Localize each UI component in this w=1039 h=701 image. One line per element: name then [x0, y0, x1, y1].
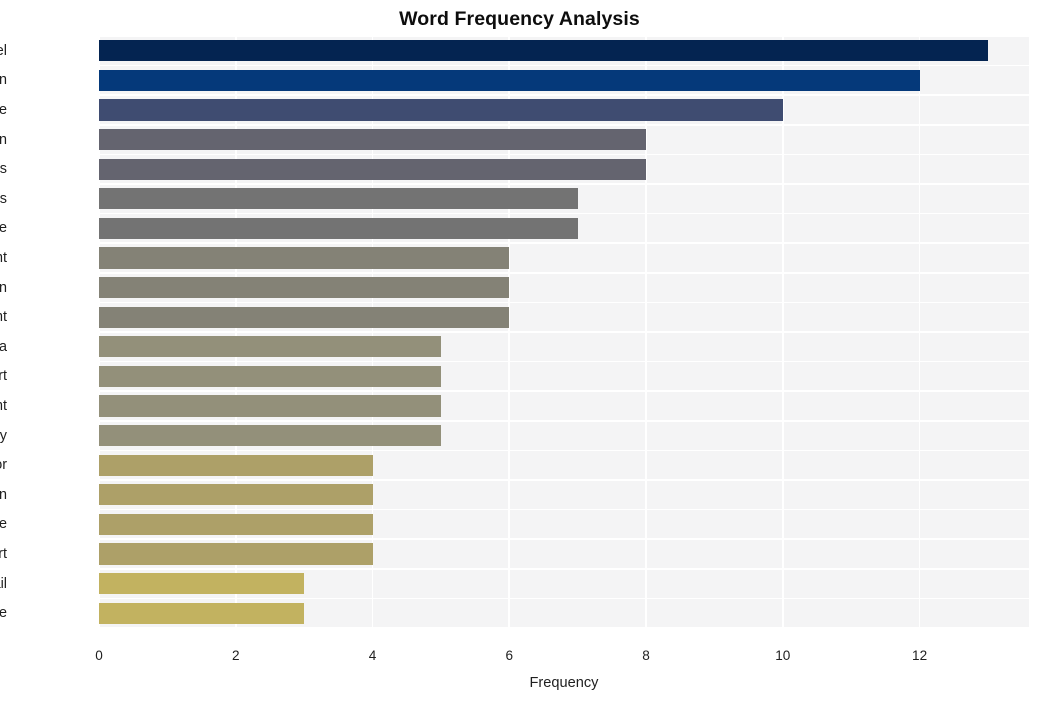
- bar[interactable]: [99, 217, 578, 240]
- bar[interactable]: [99, 365, 441, 388]
- bar-row: [99, 362, 1029, 391]
- bar[interactable]: [99, 276, 510, 299]
- x-axis-label: Frequency: [529, 675, 599, 691]
- bar-row: [99, 36, 1029, 65]
- bar[interactable]: [99, 424, 441, 447]
- y-axis-tick-label: department: [0, 250, 7, 266]
- bar[interactable]: [99, 40, 988, 62]
- x-axis-tick-label: 4: [368, 648, 377, 663]
- bar-row: [99, 510, 1029, 539]
- bar[interactable]: [99, 128, 647, 151]
- bar[interactable]: [99, 306, 510, 328]
- bar[interactable]: [99, 395, 441, 417]
- bar[interactable]: [99, 158, 647, 180]
- chart-figure: Word Frequency Analysis israel resolution…: [0, 0, 1039, 701]
- y-axis-tick-label: senators: [0, 161, 7, 178]
- bar[interactable]: [99, 572, 305, 595]
- bar-row: [99, 569, 1029, 598]
- bar[interactable]: [99, 484, 373, 506]
- y-axis-tick-label: sen: [0, 131, 7, 148]
- y-axis-tick-label: state: [0, 220, 7, 237]
- y-axis-tick-label: israel: [0, 42, 7, 59]
- y-axis-tick-label: human: [0, 279, 7, 296]
- y-axis-tick-label: fail: [0, 575, 7, 592]
- x-axis-tick-label: 12: [912, 648, 928, 663]
- bar[interactable]: [99, 543, 373, 565]
- plot-area: [99, 36, 1029, 628]
- bar[interactable]: [99, 602, 305, 624]
- bar-row: [99, 421, 1029, 450]
- y-axis-tick-label: sanders: [0, 190, 7, 207]
- bar-row: [99, 480, 1029, 509]
- y-axis-tick-label: military: [0, 427, 7, 444]
- y-axis-tick-label: gaza: [0, 338, 7, 355]
- x-axis-tick-label: 2: [231, 648, 240, 663]
- y-axis-tick-label: include: [0, 516, 7, 533]
- bar-row: [99, 539, 1029, 568]
- y-axis-tick-label: support: [0, 368, 7, 385]
- bar[interactable]: [99, 69, 920, 92]
- bar-row: [99, 273, 1029, 302]
- bar-row: [99, 332, 1029, 361]
- y-axis-tick-label: time: [0, 605, 7, 622]
- x-axis-tick-label: 6: [505, 648, 514, 663]
- x-axis-tick-label: 8: [642, 648, 650, 663]
- bar-row: [99, 125, 1029, 154]
- bar[interactable]: [99, 454, 373, 476]
- bar-row: [99, 184, 1029, 213]
- y-axis-tick-label: resolution: [0, 72, 7, 89]
- horizontal-gridline: [99, 627, 1029, 628]
- bar-row: [99, 214, 1029, 243]
- bar-row: [99, 598, 1029, 627]
- bar-row: [99, 243, 1029, 272]
- bar-row: [99, 450, 1029, 479]
- bar[interactable]: [99, 247, 510, 269]
- y-axis-tick-label: right: [0, 309, 7, 326]
- bar[interactable]: [99, 99, 783, 121]
- bar-row: [99, 391, 1029, 420]
- y-axis-tick-label: vote: [0, 102, 7, 118]
- y-axis-tick-label: report: [0, 546, 7, 562]
- bar-row: [99, 66, 1029, 95]
- x-axis-tick-label: 0: [95, 648, 103, 663]
- bar[interactable]: [99, 188, 578, 210]
- bar-row: [99, 154, 1029, 183]
- bar-row: [99, 302, 1029, 331]
- x-axis-tick-label: 10: [775, 648, 791, 663]
- y-axis-tick-label: floor: [0, 457, 7, 474]
- bar-row: [99, 95, 1029, 124]
- y-axis-tick-label: oversight: [0, 398, 7, 414]
- bar[interactable]: [99, 513, 373, 536]
- bar[interactable]: [99, 336, 441, 358]
- y-axis-tick-label: sign: [0, 486, 7, 503]
- chart-title: Word Frequency Analysis: [399, 8, 640, 30]
